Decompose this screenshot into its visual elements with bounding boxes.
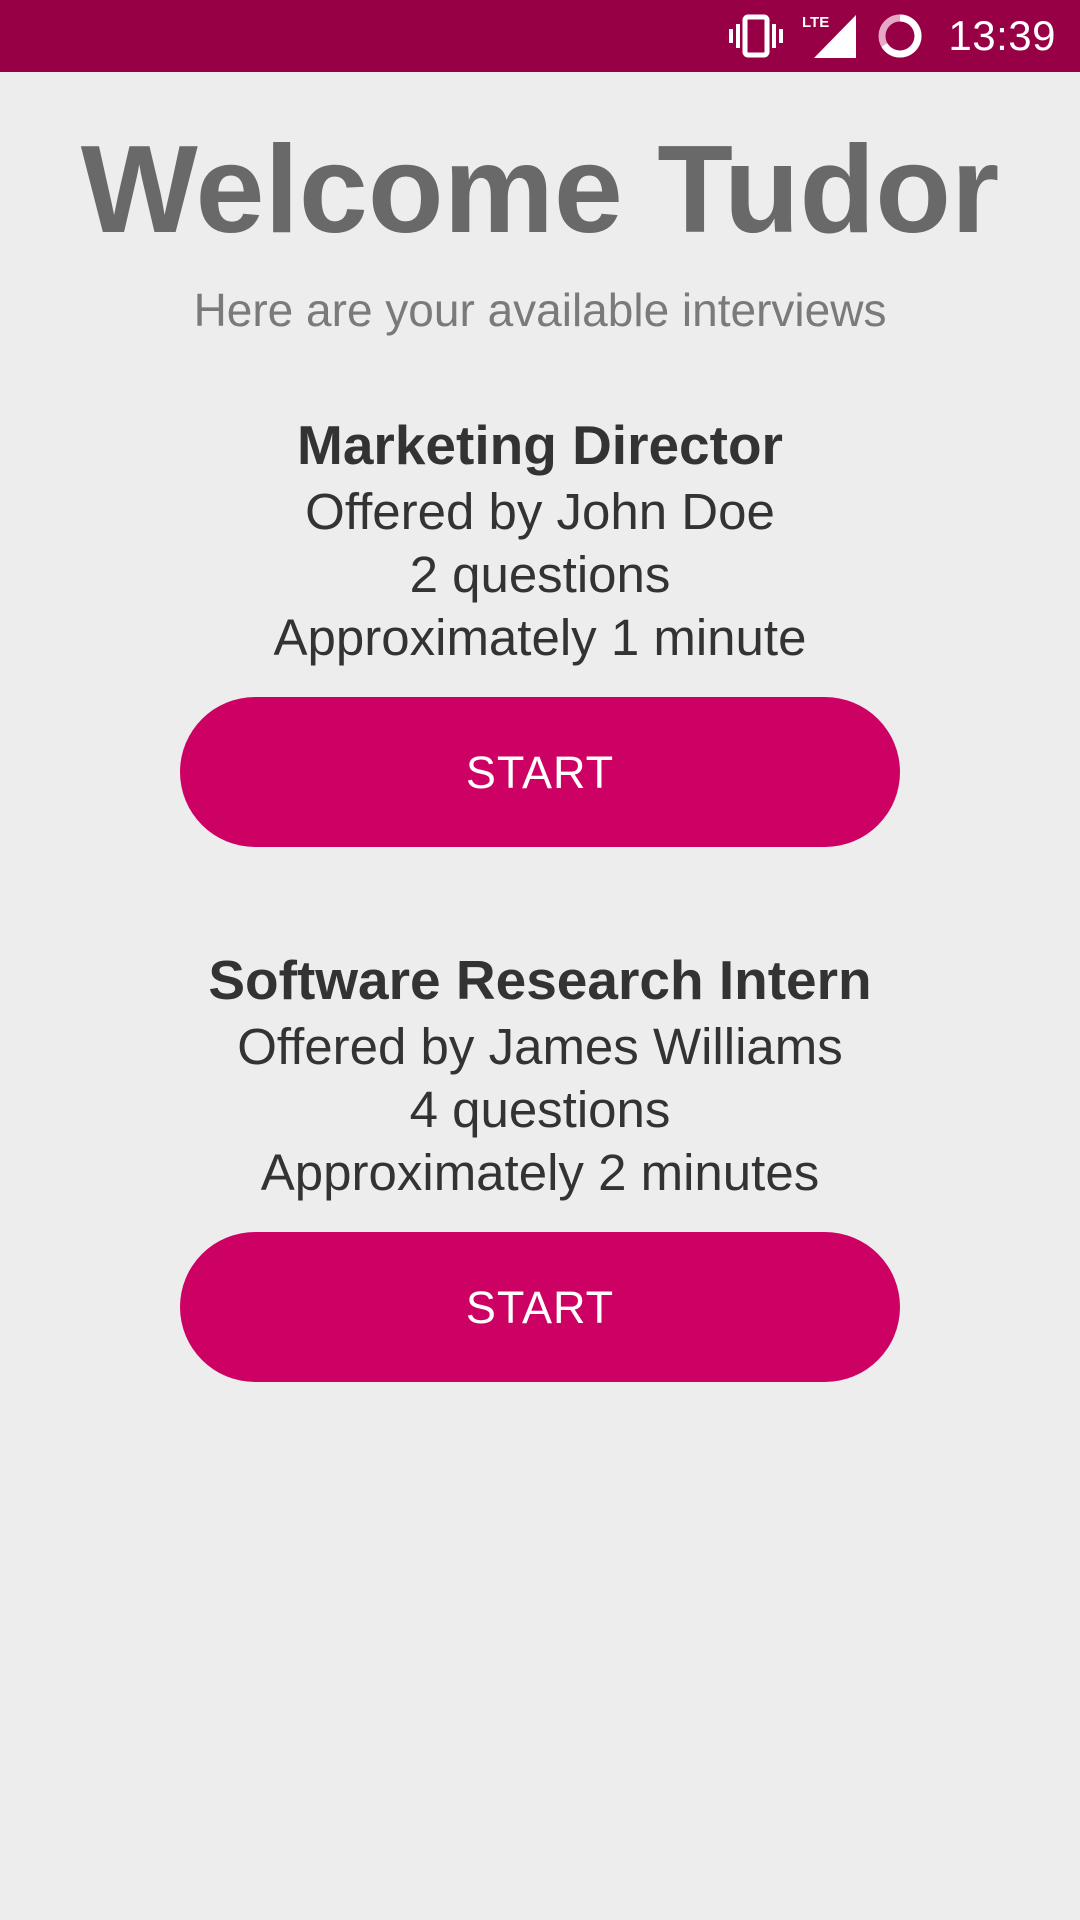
- page-subtitle: Here are your available interviews: [193, 284, 887, 336]
- interview-title: Marketing Director: [297, 414, 783, 476]
- sync-loading-icon: [878, 14, 922, 58]
- status-bar: LTE 13:39: [0, 0, 1080, 72]
- interview-offered-by: Offered by James Williams: [237, 1018, 843, 1075]
- status-icons: LTE 13:39: [728, 0, 1056, 72]
- interview-card: Marketing Director Offered by John Doe 2…: [0, 410, 1080, 669]
- lte-label: LTE: [802, 14, 829, 31]
- page-title: Welcome Tudor: [80, 121, 1000, 259]
- start-interview-button[interactable]: START: [180, 697, 900, 847]
- vibrate-icon: [729, 14, 784, 58]
- interview-card: Software Research Intern Offered by Jame…: [0, 945, 1080, 1204]
- interview-duration: Approximately 2 minutes: [260, 1144, 820, 1201]
- interview-questions-count: 2 questions: [409, 546, 671, 603]
- start-interview-button[interactable]: START: [180, 1232, 900, 1382]
- interview-offered-by: Offered by John Doe: [305, 483, 775, 540]
- interview-questions-count: 4 questions: [409, 1081, 671, 1138]
- interview-title: Software Research Intern: [208, 949, 872, 1011]
- lte-signal-icon: LTE: [802, 14, 857, 58]
- status-clock: 13:39: [948, 12, 1056, 59]
- interview-duration: Approximately 1 minute: [273, 609, 807, 666]
